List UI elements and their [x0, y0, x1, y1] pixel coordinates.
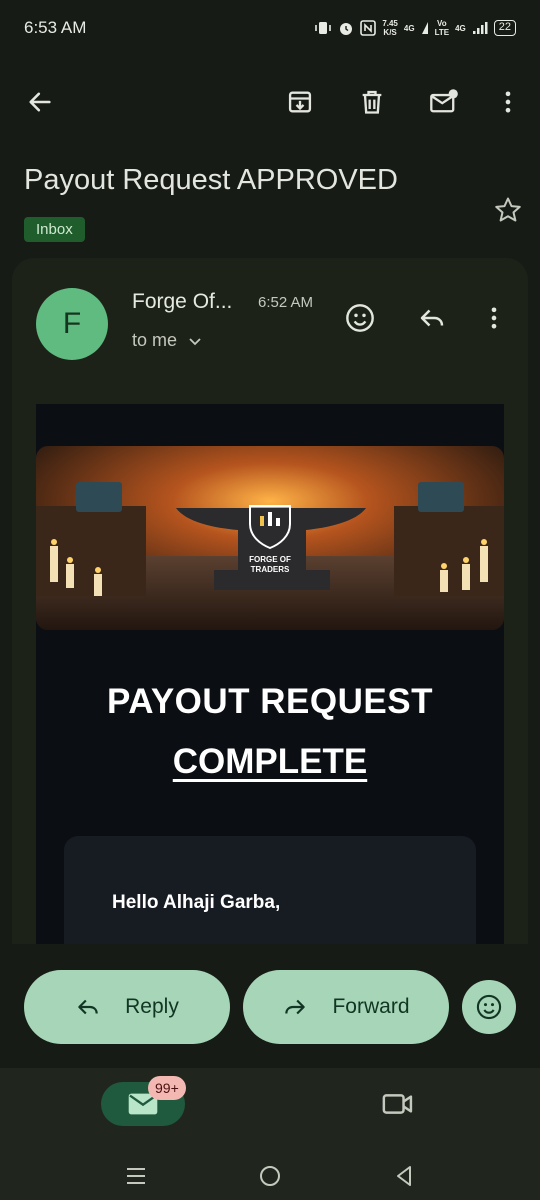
star-icon [495, 197, 521, 222]
nav-meet-button[interactable] [376, 1082, 420, 1126]
archive-icon [288, 91, 312, 113]
react-button[interactable] [338, 296, 382, 340]
action-bar: Reply Forward [0, 944, 540, 1068]
status-bar: 6:53 AM 7.45 K/S 4G Vo LTE 4G 22 [0, 0, 540, 56]
net-type-2: 4G [455, 23, 466, 33]
bottom-navigation: 99+ [0, 1068, 540, 1148]
alarm-icon [340, 23, 353, 35]
mark-unread-button[interactable] [422, 80, 466, 124]
reply-icon [78, 999, 98, 1015]
back-button[interactable] [18, 80, 62, 124]
recipient-details[interactable]: to me [132, 330, 203, 351]
forge-banner-image: FORGE OF TRADERS [36, 446, 504, 630]
delete-icon [362, 90, 382, 114]
system-navigation [0, 1148, 540, 1200]
battery-indicator: 22 [493, 20, 516, 36]
home-button[interactable] [250, 1156, 290, 1196]
mail-count-badge: 99+ [148, 1076, 186, 1100]
recipient-text: to me [132, 330, 178, 350]
star-button[interactable] [486, 188, 530, 232]
recent-apps-button[interactable] [116, 1156, 156, 1196]
reply-icon [420, 309, 444, 327]
signal-1-icon [421, 22, 428, 34]
greeting-text: Hello Alhaji Garba, [112, 892, 281, 913]
more-vert-icon [505, 91, 511, 113]
reply-button[interactable]: Reply [24, 970, 230, 1044]
volte-top: Vo [437, 19, 447, 28]
inbox-label[interactable]: Inbox [24, 217, 85, 242]
headline-line-1: PAYOUT REQUEST [107, 682, 433, 721]
nfc-icon [360, 20, 377, 36]
message-content-card: Hello Alhaji Garba, [64, 836, 476, 948]
menu-icon [127, 1168, 145, 1184]
message-more-button[interactable] [472, 296, 516, 340]
forward-label: Forward [332, 995, 410, 1018]
net-speed-value: 7.45 [382, 19, 398, 28]
chevron-down-icon [189, 337, 201, 345]
forward-icon [285, 999, 306, 1015]
net-speed-unit: K/S [383, 28, 397, 37]
message-card: F Forge Of... 6:52 AM to me FORGE OF TRA… [12, 258, 528, 948]
reply-label: Reply [125, 995, 179, 1018]
top-app-bar [0, 70, 540, 134]
reply-icon-button[interactable] [410, 296, 454, 340]
net-type-1: 4G [403, 23, 415, 33]
emoji-icon [476, 994, 502, 1020]
back-triangle-icon [397, 1166, 411, 1186]
mark-unread-icon [430, 89, 458, 113]
message-time: 6:52 AM [258, 294, 314, 311]
status-icons: 7.45 K/S 4G Vo LTE 4G 22 [314, 19, 516, 37]
volte-bottom: LTE [434, 28, 450, 37]
headline-line-2: COMPLETE [172, 742, 368, 781]
signal-2-icon [472, 22, 488, 34]
volte: Vo LTE [435, 19, 450, 37]
emoji-reaction-button[interactable] [462, 980, 516, 1034]
status-time: 6:53 AM [24, 18, 87, 37]
banner-logo-line1: FORGE OF [249, 555, 291, 564]
system-back-button[interactable] [384, 1156, 424, 1196]
home-circle-icon [260, 1166, 280, 1186]
arrow-back-icon [29, 92, 51, 112]
email-subject: Payout Request APPROVED [24, 164, 398, 196]
more-options-button[interactable] [486, 80, 530, 124]
more-vert-icon [491, 307, 497, 329]
forward-button[interactable]: Forward [243, 970, 449, 1044]
sender-name[interactable]: Forge Of... [132, 290, 232, 314]
emoji-icon [346, 304, 374, 332]
vibrate-icon [315, 22, 332, 34]
delete-button[interactable] [350, 80, 394, 124]
net-speed: 7.45 K/S [382, 19, 398, 37]
sender-avatar[interactable]: F [36, 288, 108, 360]
banner-logo-line2: TRADERS [251, 565, 290, 574]
archive-button[interactable] [278, 80, 322, 124]
video-camera-icon [382, 1094, 413, 1114]
email-body: FORGE OF TRADERS PAYOUT REQUEST COMPLETE… [36, 404, 504, 948]
